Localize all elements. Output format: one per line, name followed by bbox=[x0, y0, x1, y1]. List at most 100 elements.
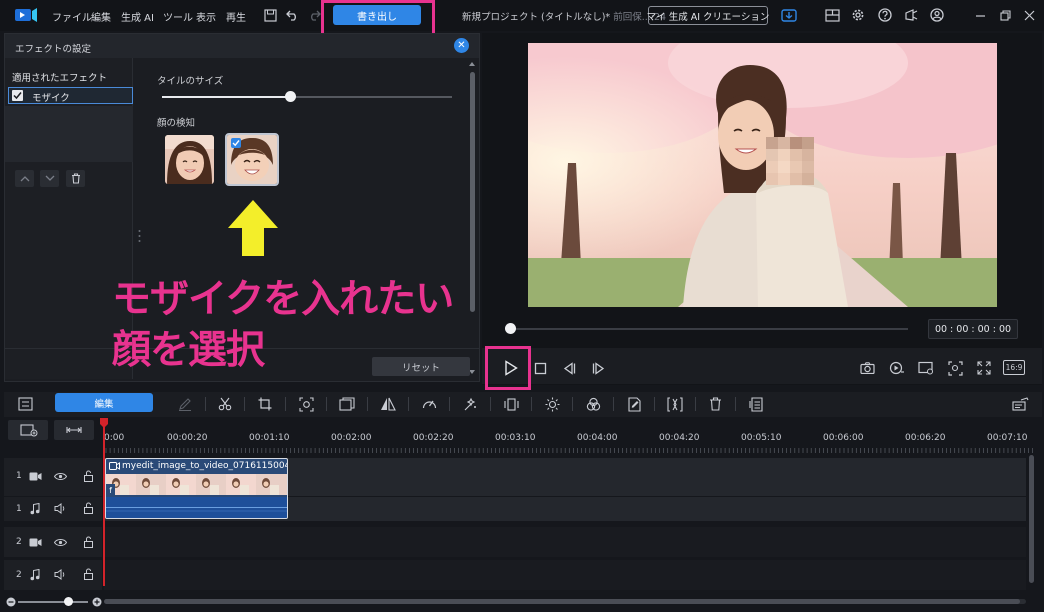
close-window-icon[interactable] bbox=[1022, 7, 1036, 23]
video-track-icon bbox=[28, 470, 42, 482]
my-ai-creation-button[interactable]: マイ 生成 AI クリエーション bbox=[647, 6, 769, 25]
move-down-button[interactable] bbox=[40, 170, 59, 187]
pip-overlay-icon[interactable] bbox=[338, 396, 356, 412]
applied-effect-label: モザイク bbox=[32, 93, 70, 104]
playhead[interactable] bbox=[103, 418, 105, 586]
undo-icon[interactable] bbox=[284, 7, 300, 23]
previous-frame-icon[interactable] bbox=[560, 359, 578, 377]
timeline-vertical-scrollbar[interactable] bbox=[1029, 455, 1034, 583]
delete-trash-icon[interactable] bbox=[706, 396, 724, 412]
timeline-settings-icon[interactable] bbox=[16, 396, 34, 412]
stop-icon[interactable] bbox=[531, 359, 549, 377]
subtitle-list-icon[interactable] bbox=[747, 396, 765, 412]
detected-face-woman[interactable] bbox=[165, 135, 214, 184]
pen-edit-icon[interactable] bbox=[176, 396, 194, 412]
next-frame-icon[interactable] bbox=[590, 359, 608, 377]
edit-tab[interactable]: 編集 bbox=[55, 393, 153, 412]
face-detection-label: 顔の検知 bbox=[157, 118, 196, 129]
volume-icon[interactable] bbox=[53, 502, 67, 515]
layout-icon[interactable] bbox=[824, 7, 840, 23]
visibility-eye-icon[interactable] bbox=[53, 470, 67, 482]
aspect-ratio-button[interactable]: 16:9 bbox=[1003, 360, 1025, 375]
video-clip[interactable]: myedit_image_to_video_0716115004 f bbox=[105, 458, 288, 519]
playback-quality-icon[interactable] bbox=[888, 359, 906, 377]
lock-icon[interactable] bbox=[82, 501, 94, 514]
redo-icon[interactable] bbox=[306, 7, 322, 23]
display-settings-icon[interactable] bbox=[917, 359, 935, 377]
ruler-label: 0:00 bbox=[104, 433, 125, 443]
annotation-text-line1: モザイクを入れたい bbox=[112, 277, 454, 322]
save-icon[interactable] bbox=[262, 7, 278, 23]
move-up-button[interactable] bbox=[15, 170, 34, 187]
lock-icon[interactable] bbox=[82, 535, 94, 548]
help-icon[interactable] bbox=[877, 7, 893, 23]
crop-icon[interactable] bbox=[256, 396, 274, 412]
brightness-icon[interactable] bbox=[543, 396, 561, 412]
account-icon[interactable] bbox=[929, 7, 945, 23]
timeline-toolbar bbox=[4, 392, 1042, 417]
stabilize-icon[interactable] bbox=[502, 396, 520, 412]
lock-icon[interactable] bbox=[82, 567, 94, 580]
ai-magic-icon[interactable] bbox=[461, 396, 479, 412]
transition-icon[interactable] bbox=[666, 396, 684, 412]
menu-file[interactable]: ファイル bbox=[52, 9, 92, 24]
color-blend-icon[interactable] bbox=[584, 396, 602, 412]
track-lane-video-2[interactable] bbox=[104, 527, 1026, 557]
timeline-zoom-knob[interactable] bbox=[64, 597, 73, 606]
panel-scroll-up-icon[interactable] bbox=[468, 61, 476, 67]
volume-icon[interactable] bbox=[53, 568, 67, 581]
zoom-preview-icon[interactable] bbox=[946, 359, 964, 377]
effect-enabled-checkbox[interactable] bbox=[12, 90, 23, 101]
tile-size-label: タイルのサイズ bbox=[157, 76, 224, 87]
delete-effect-button[interactable] bbox=[66, 170, 85, 187]
detected-face-child-selected[interactable] bbox=[225, 133, 279, 186]
fit-timeline-button[interactable] bbox=[54, 420, 94, 440]
fullscreen-icon[interactable] bbox=[975, 359, 993, 377]
zoom-in-icon[interactable] bbox=[91, 596, 102, 607]
project-title-text: 新規プロジェクト (タイトルなし)* bbox=[462, 12, 611, 23]
snapshot-camera-icon[interactable] bbox=[858, 359, 876, 377]
ruler-label: 00:06:00 bbox=[823, 433, 864, 443]
menu-edit[interactable]: 編集 bbox=[91, 9, 111, 24]
preview-timecode: 00 : 00 : 00 : 00 bbox=[928, 319, 1018, 339]
settings-gear-icon[interactable] bbox=[850, 7, 866, 23]
zoom-out-icon[interactable] bbox=[5, 596, 16, 607]
track-lane-audio-2[interactable] bbox=[104, 560, 1026, 590]
track-header-video-2: 2 bbox=[4, 527, 102, 557]
preview-seek-knob[interactable] bbox=[505, 323, 516, 334]
clip-audio-waveform bbox=[106, 497, 287, 518]
ruler-label: 00:05:10 bbox=[741, 433, 782, 443]
annotation-arrow-icon bbox=[226, 198, 280, 258]
applied-effect-item[interactable]: モザイク bbox=[8, 87, 133, 104]
flip-icon[interactable] bbox=[379, 396, 397, 412]
timeline-tools-icon[interactable] bbox=[1011, 396, 1029, 412]
lock-icon[interactable] bbox=[82, 469, 94, 482]
add-track-button[interactable] bbox=[8, 420, 48, 440]
clip-video-icon bbox=[109, 462, 120, 470]
timeline-zoom-slider[interactable] bbox=[18, 601, 88, 603]
face-detect-icon[interactable] bbox=[297, 396, 315, 412]
face-selected-checkbox[interactable] bbox=[231, 138, 241, 148]
preview-seek-bar[interactable] bbox=[510, 328, 908, 330]
reset-button[interactable]: リセット bbox=[372, 357, 470, 376]
restore-icon[interactable] bbox=[998, 7, 1012, 23]
menu-gen-ai[interactable]: 生成 AI bbox=[121, 9, 154, 24]
playhead-marker-icon[interactable] bbox=[100, 418, 108, 428]
preview-video-frame[interactable] bbox=[528, 43, 997, 307]
timeline-horizontal-scroll-thumb[interactable] bbox=[104, 599, 1020, 604]
ruler-label: 00:00:20 bbox=[167, 433, 208, 443]
split-scissors-icon[interactable] bbox=[216, 396, 234, 412]
track-number: 2 bbox=[16, 537, 22, 547]
menu-tools[interactable]: ツール bbox=[163, 9, 193, 24]
edit-note-icon[interactable] bbox=[625, 396, 643, 412]
menu-view[interactable]: 表示 bbox=[196, 9, 216, 24]
minimize-icon[interactable] bbox=[973, 7, 987, 23]
visibility-eye-icon[interactable] bbox=[53, 536, 67, 548]
notification-icon[interactable] bbox=[903, 7, 919, 23]
speed-icon[interactable] bbox=[420, 396, 438, 412]
panel-scrollbar[interactable] bbox=[470, 72, 475, 312]
tile-size-slider-knob[interactable] bbox=[284, 91, 296, 102]
effect-close-icon[interactable]: ✕ bbox=[454, 38, 469, 53]
menu-playback[interactable]: 再生 bbox=[226, 9, 246, 24]
media-download-icon[interactable] bbox=[780, 6, 798, 24]
